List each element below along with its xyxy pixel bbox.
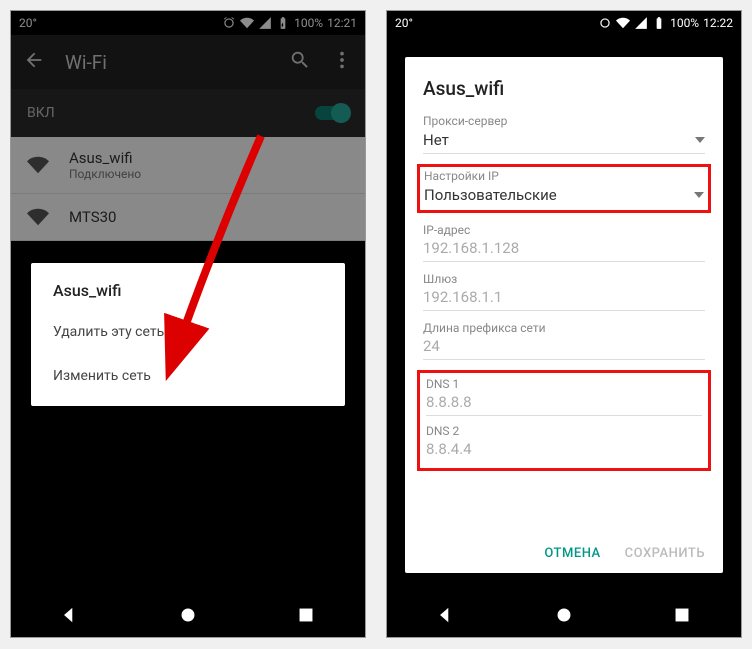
dialog-actions: ОТМЕНА СОХРАНИТЬ bbox=[405, 534, 723, 573]
battery-pct: 100% bbox=[670, 16, 699, 30]
alarm-icon bbox=[598, 16, 612, 30]
proxy-value: Нет bbox=[423, 131, 449, 149]
dialog-title: Asus_wifi bbox=[423, 77, 705, 100]
ip-settings-field[interactable]: Настройки IP Пользовательские bbox=[417, 164, 711, 213]
edit-network-dialog: Asus_wifi Прокси-сервер Нет Настройки IP… bbox=[405, 57, 723, 573]
dns2-field[interactable]: DNS 2 8.8.4.4 bbox=[426, 424, 702, 462]
nav-home-icon[interactable] bbox=[554, 605, 574, 625]
prefix-field[interactable]: Длина префикса сети 24 bbox=[423, 321, 705, 360]
signal-icon bbox=[634, 16, 648, 30]
context-menu: Asus_wifi Удалить эту сеть Изменить сеть bbox=[31, 263, 345, 406]
ip-value: 192.168.1.128 bbox=[423, 239, 519, 257]
dns-highlight-box: DNS 1 8.8.8.8 DNS 2 8.8.4.4 bbox=[417, 370, 711, 471]
nav-home-icon[interactable] bbox=[178, 605, 198, 625]
phone-right: 20° 100% 12:22 Asus_wifi Прокси-сервер Н… bbox=[386, 10, 742, 638]
wifi-icon bbox=[616, 16, 630, 30]
nav-back-icon[interactable] bbox=[436, 605, 456, 625]
dns1-label: DNS 1 bbox=[426, 377, 702, 391]
nav-recent-icon[interactable] bbox=[296, 605, 316, 625]
save-button[interactable]: СОХРАНИТЬ bbox=[625, 546, 705, 561]
phone-left: 20° 100% 12:21 Wi-Fi ВКЛ Asus_wifi Подкл… bbox=[10, 10, 366, 638]
dns2-value: 8.8.4.4 bbox=[426, 440, 472, 458]
prefix-value: 24 bbox=[423, 337, 440, 355]
ip-settings-value: Пользовательские bbox=[424, 186, 557, 204]
proxy-field[interactable]: Прокси-сервер Нет bbox=[423, 114, 705, 154]
battery-icon bbox=[652, 16, 666, 30]
nav-recent-icon[interactable] bbox=[672, 605, 692, 625]
dropdown-icon bbox=[694, 185, 704, 204]
ip-address-field[interactable]: IP-адрес 192.168.1.128 bbox=[423, 223, 705, 262]
nav-bar bbox=[11, 593, 365, 637]
gateway-label: Шлюз bbox=[423, 272, 705, 286]
gateway-field[interactable]: Шлюз 192.168.1.1 bbox=[423, 272, 705, 311]
cancel-button[interactable]: ОТМЕНА bbox=[544, 546, 600, 561]
proxy-label: Прокси-сервер bbox=[423, 114, 705, 128]
prefix-label: Длина префикса сети bbox=[423, 321, 705, 335]
context-title: Asus_wifi bbox=[31, 281, 345, 310]
delete-network-option[interactable]: Удалить эту сеть bbox=[31, 310, 345, 354]
temp: 20° bbox=[395, 16, 413, 30]
dns2-label: DNS 2 bbox=[426, 424, 702, 438]
status-bar: 20° 100% 12:22 bbox=[387, 11, 741, 35]
ip-settings-label: Настройки IP bbox=[424, 169, 704, 183]
clock: 12:22 bbox=[703, 16, 733, 30]
nav-bar bbox=[387, 593, 741, 637]
modify-network-option[interactable]: Изменить сеть bbox=[31, 354, 345, 398]
ip-label: IP-адрес bbox=[423, 223, 705, 237]
dropdown-icon bbox=[695, 130, 705, 149]
dns1-field[interactable]: DNS 1 8.8.8.8 bbox=[426, 377, 702, 416]
nav-back-icon[interactable] bbox=[60, 605, 80, 625]
dns1-value: 8.8.8.8 bbox=[426, 393, 472, 411]
gateway-value: 192.168.1.1 bbox=[423, 288, 502, 306]
